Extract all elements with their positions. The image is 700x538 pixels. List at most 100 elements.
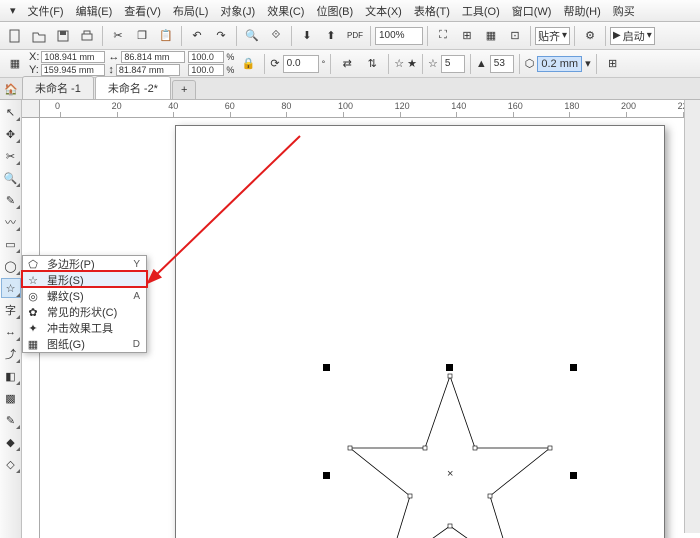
wrap-button[interactable]: ⊞: [602, 53, 624, 75]
guides-button[interactable]: ⊡: [504, 25, 526, 47]
launch-combo[interactable]: ▶ 启动 ▾: [610, 27, 655, 45]
x-input[interactable]: [41, 51, 105, 63]
flyout-polygon-shortcut: Y: [133, 259, 140, 270]
preset-icon[interactable]: ▦: [4, 53, 26, 75]
new-button[interactable]: [4, 25, 26, 47]
copy-button[interactable]: ❐: [131, 25, 153, 47]
outline-icon: ⬡: [525, 57, 535, 70]
menu-view[interactable]: 查看(V): [118, 0, 167, 21]
handle-n[interactable]: [446, 364, 453, 371]
w-icon: ↔: [108, 51, 119, 63]
tab-doc2[interactable]: 未命名 -2*: [95, 76, 171, 99]
app-menu-icon[interactable]: ▾: [4, 0, 22, 21]
zoom-combo[interactable]: [375, 27, 423, 45]
mirror-v-button[interactable]: ⇅: [361, 53, 383, 75]
rotate-input[interactable]: [283, 55, 319, 73]
flyout-basic-shapes[interactable]: ✿ 常见的形状(C): [23, 304, 146, 320]
pick-tool[interactable]: ↖: [1, 102, 21, 122]
export-button[interactable]: ⬆: [320, 25, 342, 47]
menu-bitmap[interactable]: 位图(B): [310, 0, 359, 21]
paste-button[interactable]: 📋: [155, 25, 177, 47]
search-button[interactable]: 🔍: [241, 25, 263, 47]
open-button[interactable]: [28, 25, 50, 47]
menu-file[interactable]: 文件(F): [22, 0, 70, 21]
import-button[interactable]: ⬇: [296, 25, 318, 47]
sharpness-icon: ▲: [476, 58, 487, 70]
rulers-button[interactable]: ⊞: [456, 25, 478, 47]
pdf-button[interactable]: PDF: [344, 25, 366, 47]
shape-tool[interactable]: ✥: [1, 124, 21, 144]
menu-object[interactable]: 对象(J): [214, 0, 261, 21]
sy-input[interactable]: [188, 64, 224, 76]
h-icon: ↕: [108, 64, 114, 76]
sharpness-input[interactable]: [490, 55, 514, 73]
drop-shadow-tool[interactable]: ◧: [1, 366, 21, 386]
fill-tool[interactable]: ◆: [1, 432, 21, 452]
zoom-tool[interactable]: 🔍: [1, 168, 21, 188]
snap-combo[interactable]: 贴齐 ▾: [535, 27, 570, 45]
star-selection[interactable]: ×: [335, 368, 565, 538]
menu-effects[interactable]: 效果(C): [261, 0, 310, 21]
redo-button[interactable]: ↷: [210, 25, 232, 47]
menu-window[interactable]: 窗口(W): [506, 0, 558, 21]
document-tabs: 🏠 未命名 -1 未命名 -2* +: [0, 78, 700, 100]
menu-layout[interactable]: 布局(L): [167, 0, 214, 21]
artistic-tool[interactable]: 〰: [1, 212, 21, 232]
save-button[interactable]: [52, 25, 74, 47]
options-button[interactable]: ⚙: [579, 25, 601, 47]
fullscreen-button[interactable]: ⛶: [432, 25, 454, 47]
x-label: X:: [29, 51, 39, 63]
color-palette[interactable]: [684, 100, 700, 533]
outline-width-value: 0.2 mm: [541, 58, 578, 70]
star-fill-icon: ★: [407, 57, 417, 70]
handle-ne[interactable]: [570, 364, 577, 371]
h-input[interactable]: [116, 64, 180, 76]
flyout-polygon[interactable]: ⬠ 多边形(P) Y: [23, 256, 146, 272]
flyout-impact[interactable]: ✦ 冲击效果工具: [23, 320, 146, 336]
link-button[interactable]: ⟐: [265, 25, 287, 47]
smart-fill-tool[interactable]: ◇: [1, 454, 21, 474]
grid-button[interactable]: ▦: [480, 25, 502, 47]
handle-w[interactable]: [323, 472, 330, 479]
menu-text[interactable]: 文本(X): [359, 0, 408, 21]
handle-nw[interactable]: [323, 364, 330, 371]
rectangle-tool[interactable]: ▭: [1, 234, 21, 254]
undo-button[interactable]: ↶: [186, 25, 208, 47]
cut-button[interactable]: ✂: [107, 25, 129, 47]
handle-e[interactable]: [570, 472, 577, 479]
menu-tools[interactable]: 工具(O): [456, 0, 506, 21]
crop-tool[interactable]: ✂: [1, 146, 21, 166]
connector-tool[interactable]: ⤴: [1, 344, 21, 364]
tab-add[interactable]: +: [172, 80, 196, 99]
dropdown-icon[interactable]: ▾: [585, 57, 591, 70]
star-shape[interactable]: [335, 368, 565, 538]
menu-table[interactable]: 表格(T): [408, 0, 456, 21]
text-tool[interactable]: 字: [1, 300, 21, 320]
flyout-graph[interactable]: ▦ 图纸(G) D: [23, 336, 146, 352]
points-input[interactable]: [441, 55, 465, 73]
launch-label: 启动: [623, 28, 645, 44]
eyedropper-tool[interactable]: ✎: [1, 410, 21, 430]
flyout-spiral-label: 螺纹(S): [47, 288, 127, 304]
tab-doc1[interactable]: 未命名 -1: [22, 76, 94, 99]
home-icon[interactable]: 🏠: [2, 80, 20, 98]
menu-help[interactable]: 帮助(H): [557, 0, 606, 21]
sx-input[interactable]: [188, 51, 224, 63]
print-button[interactable]: [76, 25, 98, 47]
horizontal-ruler[interactable]: 020406080100120140160180200220: [40, 100, 700, 118]
ellipse-tool[interactable]: ◯: [1, 256, 21, 276]
ruler-origin[interactable]: [22, 100, 40, 118]
polygon-tool[interactable]: ☆: [1, 278, 21, 298]
parallel-dim-tool[interactable]: ↔: [1, 322, 21, 342]
freehand-tool[interactable]: ✎: [1, 190, 21, 210]
w-input[interactable]: [121, 51, 185, 63]
y-input[interactable]: [41, 64, 105, 76]
transparency-tool[interactable]: ▩: [1, 388, 21, 408]
lock-ratio-button[interactable]: 🔒: [237, 53, 259, 75]
mirror-h-button[interactable]: ⇄: [336, 53, 358, 75]
flyout-spiral[interactable]: ◎ 螺纹(S) A: [23, 288, 146, 304]
outline-width-combo[interactable]: 0.2 mm: [537, 56, 582, 72]
menu-buy[interactable]: 购买: [607, 0, 641, 21]
flyout-star[interactable]: ☆ 星形(S): [23, 272, 146, 288]
menu-edit[interactable]: 编辑(E): [70, 0, 119, 21]
